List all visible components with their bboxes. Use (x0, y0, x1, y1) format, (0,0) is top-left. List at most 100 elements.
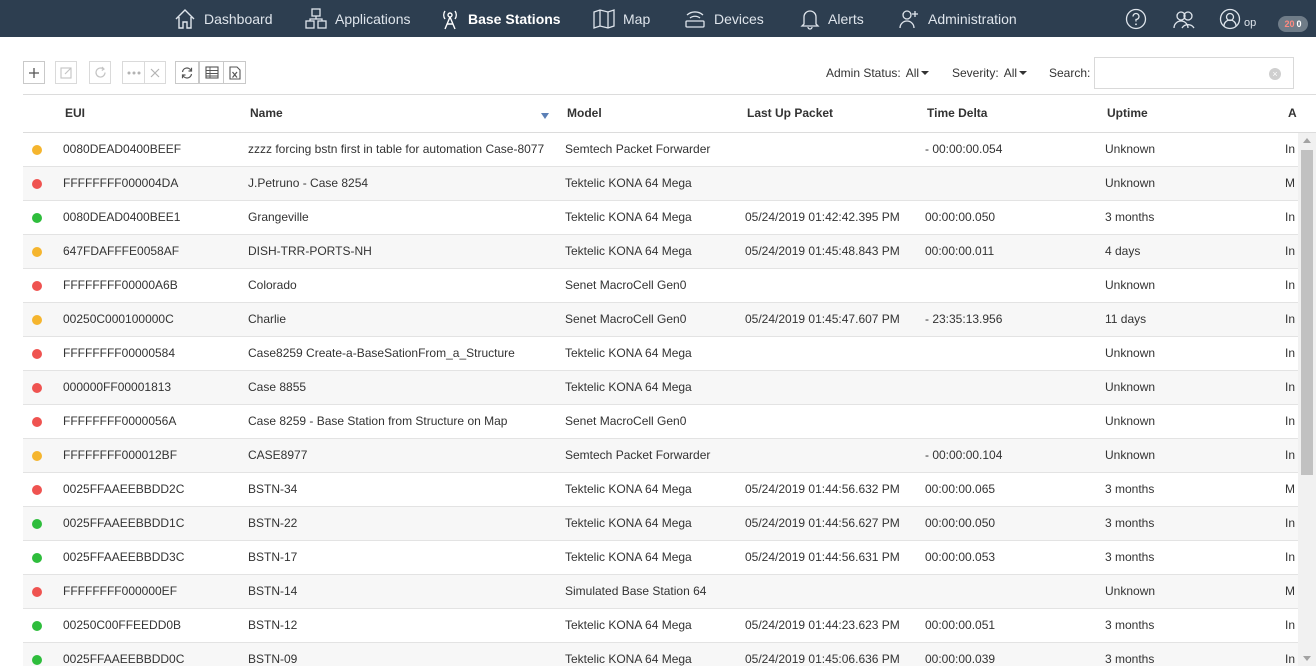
vertical-scrollbar[interactable] (1298, 133, 1316, 666)
column-header-time-delta[interactable]: Time Delta (927, 106, 987, 120)
nav-administration-label: Administration (928, 10, 1017, 27)
cell-uptime: 11 days (1105, 312, 1147, 326)
cell-model: Tektelic KONA 64 Mega (565, 652, 692, 666)
scroll-down-arrow-icon[interactable] (1303, 656, 1311, 661)
status-indicator-icon (32, 417, 42, 427)
cell-admin-status: M (1285, 482, 1295, 496)
table-row[interactable]: 00250C00FFEEDD0B BSTN-12 Tektelic KONA 64 … (23, 609, 1298, 643)
status-indicator-icon (32, 213, 42, 223)
columns-button[interactable] (199, 61, 224, 84)
nav-map-label: Map (623, 10, 651, 27)
table-row[interactable]: 000000FF00001813 Case 8855 Tektelic KONA 6… (23, 371, 1298, 405)
cell-model: Tektelic KONA 64 Mega (565, 482, 692, 496)
nav-base-stations[interactable]: Base Stations (440, 0, 561, 37)
cell-admin-status: In (1285, 550, 1296, 564)
cell-name: Colorado (248, 278, 297, 292)
nav-dashboard[interactable]: Dashboard (174, 0, 273, 37)
plus-icon (29, 67, 39, 78)
nav-dashboard-label: Dashboard (204, 10, 273, 27)
notification-other-count: 0 (1296, 19, 1302, 29)
scroll-up-arrow-icon[interactable] (1303, 138, 1311, 143)
export-excel-button[interactable] (223, 61, 246, 84)
refresh-icon (181, 66, 193, 79)
cell-eui: 0080DEAD0400BEE1 (63, 210, 181, 224)
nav-alerts[interactable]: Alerts (800, 0, 864, 37)
search-input[interactable] (1095, 58, 1265, 88)
cell-admin-status: M (1285, 584, 1295, 598)
table-row[interactable]: 0025FFAAEEBBDD0C BSTN-09 Tektelic KONA 64 … (23, 643, 1298, 666)
cell-model: Tektelic KONA 64 Mega (565, 244, 692, 258)
cell-eui: FFFFFFFF000004DA (63, 176, 179, 190)
cell-uptime: Unknown (1105, 584, 1156, 598)
delete-button[interactable] (144, 61, 166, 84)
column-header-eui[interactable]: EUI (65, 106, 85, 120)
table-row[interactable]: 647FDAFFFE0058AF DISH-TRR-PORTS-NH Tekteli… (23, 235, 1298, 269)
status-indicator-icon (32, 383, 42, 393)
refresh-button[interactable] (175, 61, 199, 84)
top-navigation: Dashboard Applications Base Stations Map… (0, 0, 1316, 37)
table-row[interactable]: FFFFFFFF000012BF CASE8977 Semtech Packet F… (23, 439, 1298, 473)
user-avatar-icon (1219, 8, 1241, 29)
add-button[interactable] (23, 61, 45, 84)
cell-uptime: 3 months (1105, 550, 1155, 564)
cell-model: Senet MacroCell Gen0 (565, 312, 687, 326)
cell-admin-status: In (1285, 448, 1296, 462)
notification-badge[interactable]: 20 0 (1278, 16, 1308, 32)
cell-last-up-packet: 05/24/2019 01:42:42.395 PM (745, 210, 900, 224)
cell-name: Charlie (248, 312, 287, 326)
cell-uptime: Unknown (1105, 414, 1156, 428)
cell-name: BSTN-14 (248, 584, 298, 598)
clear-search-icon[interactable]: × (1269, 68, 1281, 80)
cell-name: BSTN-09 (248, 652, 298, 666)
help-button[interactable] (1125, 0, 1147, 37)
cell-name: J.Petruno - Case 8254 (248, 176, 369, 190)
cell-eui: FFFFFFFF0000056A (63, 414, 177, 428)
status-indicator-icon (32, 349, 42, 359)
nav-applications[interactable]: Applications (305, 0, 411, 37)
admin-status-value: All (905, 66, 920, 80)
table-row[interactable]: FFFFFFFF0000056A Case 8259 - Base Station… (23, 405, 1298, 439)
nav-map[interactable]: Map (593, 0, 650, 37)
nav-devices[interactable]: Devices (684, 0, 764, 37)
table-row[interactable]: 0080DEAD0400BEEF zzzz forcing bstn first … (23, 133, 1298, 167)
scrollbar-thumb[interactable] (1301, 150, 1313, 475)
status-indicator-icon (32, 281, 42, 291)
table-row[interactable]: 0025FFAAEEBBDD2C BSTN-34 Tektelic KONA 64 … (23, 473, 1298, 507)
column-header-last-up-packet[interactable]: Last Up Packet (747, 106, 833, 120)
column-header-uptime[interactable]: Uptime (1107, 106, 1148, 120)
cell-model: Semtech Packet Forwarder (565, 448, 711, 462)
column-header-admin[interactable]: A (1288, 106, 1297, 120)
table-row[interactable]: 0080DEAD0400BEE1 Grangeville Tektelic KONA… (23, 201, 1298, 235)
severity-label: Severity: (952, 66, 999, 80)
more-button[interactable] (122, 61, 145, 84)
nav-administration[interactable]: Administration (898, 0, 1017, 37)
cell-name: BSTN-22 (248, 516, 298, 530)
cell-eui: 0025FFAAEEBBDD3C (63, 550, 185, 564)
column-header-name[interactable]: Name (250, 106, 283, 120)
applications-icon (305, 7, 327, 29)
table-row[interactable]: FFFFFFFF00000A6B Colorado Senet MacroCell … (23, 269, 1298, 303)
cell-uptime: Unknown (1105, 346, 1156, 360)
users-button[interactable] (1172, 0, 1196, 37)
cell-last-up-packet: 05/24/2019 01:44:56.632 PM (745, 482, 900, 496)
severity-filter[interactable]: Severity: All (952, 66, 1028, 80)
table-row[interactable]: FFFFFFFF000000EF BSTN-14 Simulated Base St… (23, 575, 1298, 609)
cell-uptime: Unknown (1105, 448, 1156, 462)
edit-button[interactable] (55, 61, 77, 84)
table-row[interactable]: 0025FFAAEEBBDD1C BSTN-22 Tektelic KONA 64 … (23, 507, 1298, 541)
search-box: × (1094, 57, 1294, 89)
reload-button[interactable] (89, 61, 111, 84)
cell-admin-status: In (1285, 142, 1296, 156)
table-row[interactable]: FFFFFFFF00000584 Case8259 Create-a-BaseSa… (23, 337, 1298, 371)
table-row[interactable]: 0025FFAAEEBBDD3C BSTN-17 Tektelic KONA 64 … (23, 541, 1298, 575)
cell-name: BSTN-17 (248, 550, 298, 564)
cell-uptime: 3 months (1105, 652, 1155, 666)
cell-uptime: 3 months (1105, 516, 1155, 530)
user-menu[interactable]: op (1219, 0, 1256, 37)
table-row[interactable]: FFFFFFFF000004DA J.Petruno - Case 8254 Tek… (23, 167, 1298, 201)
table-row[interactable]: 00250C000100000C Charlie Senet MacroCell G… (23, 303, 1298, 337)
admin-status-filter[interactable]: Admin Status: All (826, 66, 930, 80)
cell-eui: FFFFFFFF000000EF (63, 584, 178, 598)
column-header-model[interactable]: Model (567, 106, 602, 120)
cell-time-delta: 00:00:00.050 (925, 210, 996, 224)
